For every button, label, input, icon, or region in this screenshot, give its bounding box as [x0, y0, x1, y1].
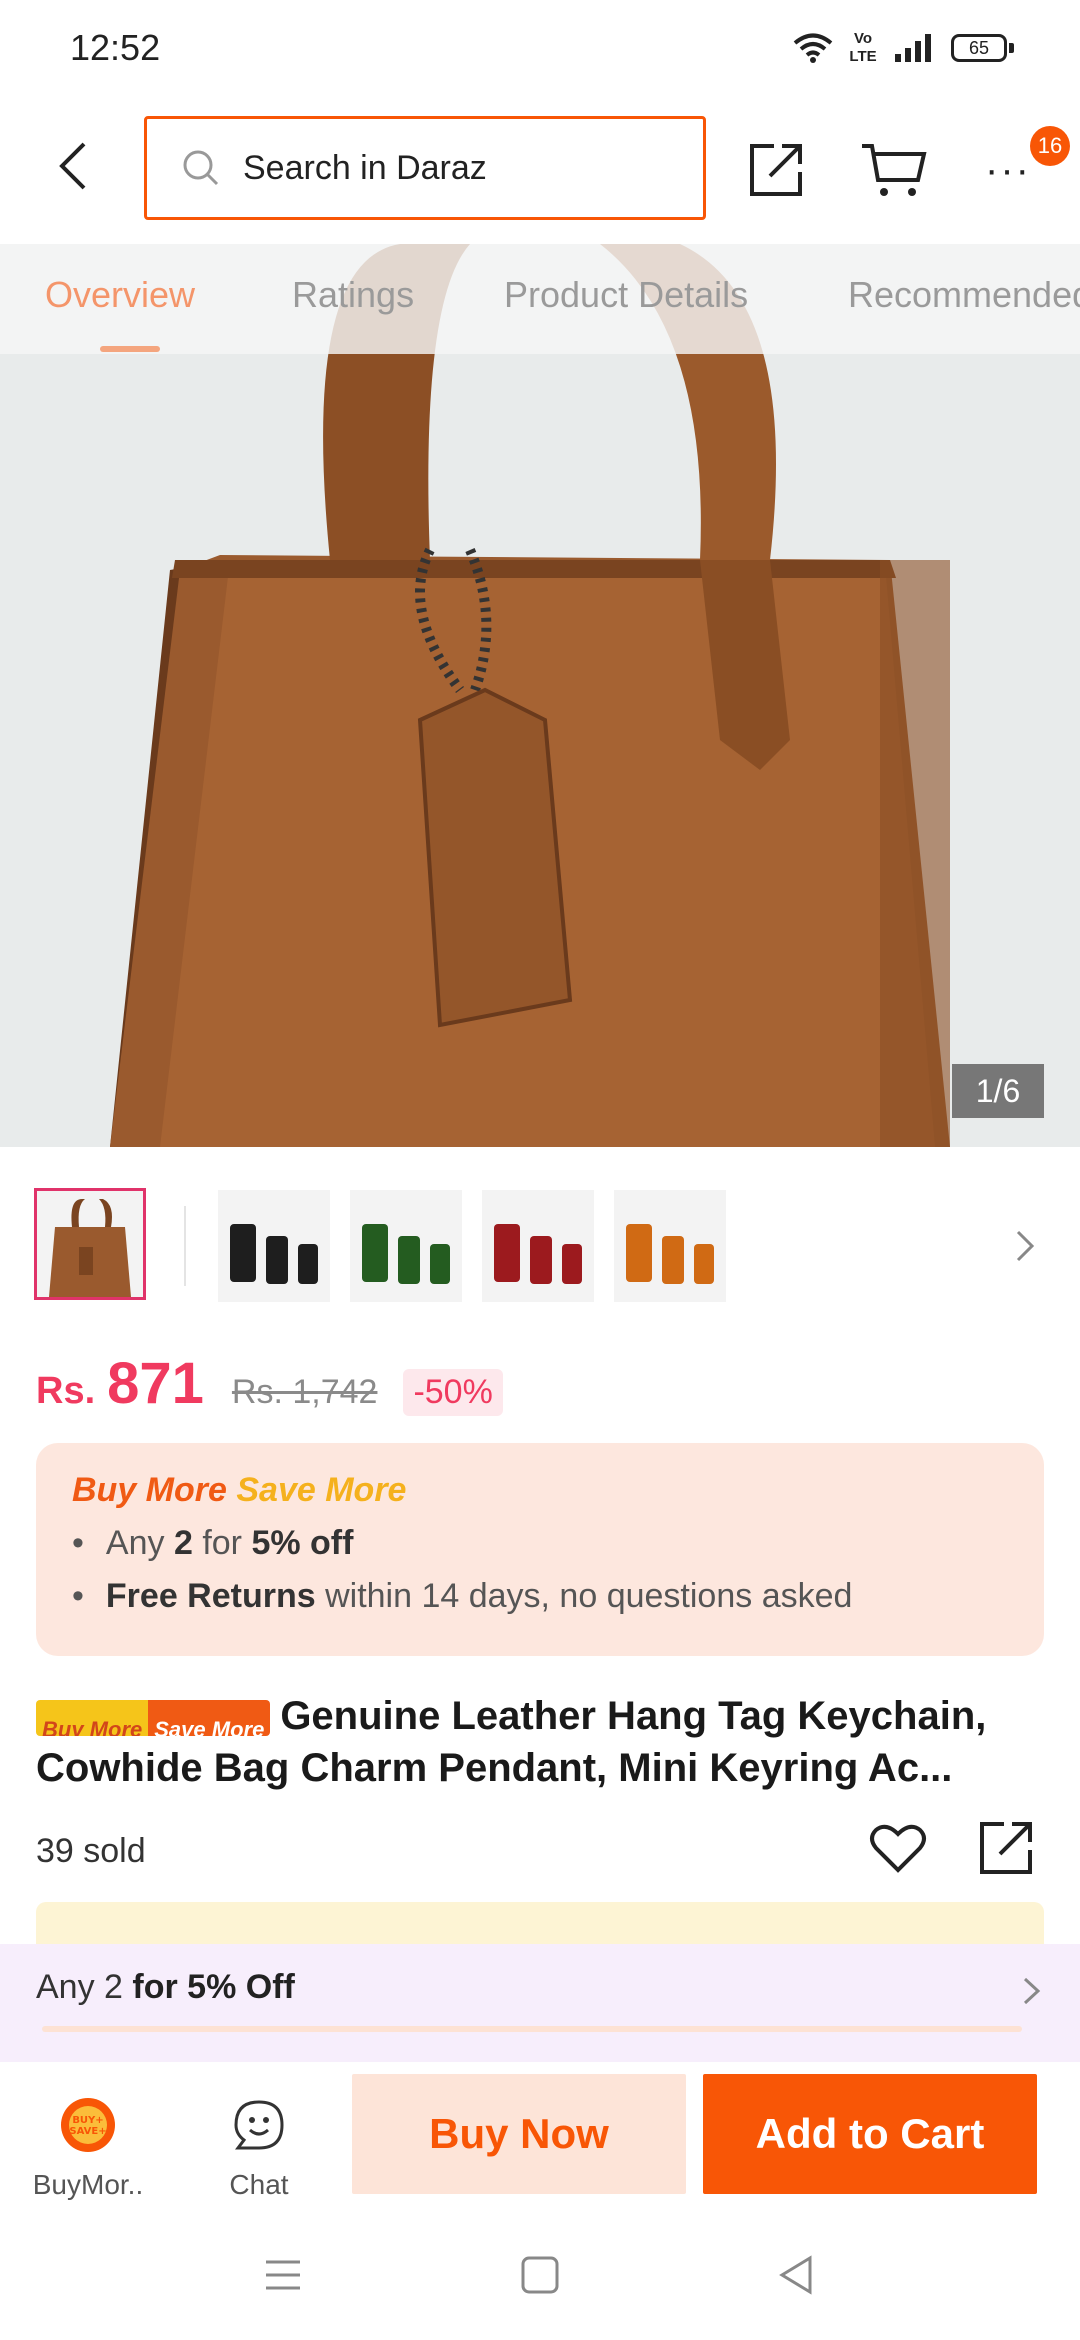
chevron-right-icon: [1023, 1977, 1041, 2005]
active-tab-indicator: [100, 346, 160, 352]
buy-now-button[interactable]: Buy Now: [352, 2074, 686, 2194]
image-counter: 1/6: [952, 1064, 1044, 1118]
promo-title-buy-more: Buy More: [72, 1471, 227, 1509]
chevron-right-icon[interactable]: [1014, 1228, 1038, 1264]
promo-title: Buy More Save More: [72, 1471, 1008, 1510]
cart-icon[interactable]: [858, 140, 928, 200]
search-icon: [183, 150, 219, 186]
thumbnail-strip: [0, 1188, 1080, 1310]
battery-level: 65: [951, 34, 1007, 62]
product-image[interactable]: [0, 244, 1080, 1147]
section-tabs: Overview Ratings Product Details Recomme…: [0, 244, 1080, 354]
tab-recommended[interactable]: Recommended: [848, 274, 1080, 316]
share-product-icon[interactable]: [976, 1818, 1036, 1878]
tab-ratings[interactable]: Ratings: [292, 274, 414, 316]
thumbnail-orange-tags[interactable]: [614, 1190, 726, 1302]
offer-bar[interactable]: Any 2 for 5% Off: [0, 1944, 1080, 2062]
choice-banner[interactable]: [36, 1902, 1044, 1944]
product-title: Buy More Save More Genuine Leather Hang T…: [36, 1690, 1046, 1794]
wifi-icon: [793, 33, 833, 63]
add-to-cart-button[interactable]: Add to Cart: [703, 2074, 1037, 2194]
system-navigation: [0, 2206, 1080, 2340]
svg-text:SAVE+: SAVE+: [69, 2126, 106, 2137]
chat-icon: [234, 2100, 284, 2150]
thumbnail-brown-bag[interactable]: [34, 1188, 146, 1300]
thumbnail-red-tags[interactable]: [482, 1190, 594, 1302]
price-current: 871: [107, 1351, 204, 1416]
promo-title-save-more: Save More: [236, 1471, 407, 1509]
buymore-button[interactable]: BUY+ SAVE+ BuyMor..: [28, 2096, 148, 2201]
search-input[interactable]: Search in Daraz: [144, 116, 706, 220]
promo-line-discount: • Any 2 for 5% off: [72, 1524, 354, 1562]
buy-more-save-icon: BUY+ SAVE+: [61, 2098, 115, 2152]
chat-button[interactable]: Chat: [199, 2096, 319, 2201]
buymore-label: BuyMor..: [32, 2169, 144, 2200]
header: Search in Daraz ··· 16: [0, 96, 1080, 244]
share-icon[interactable]: [746, 140, 806, 200]
status-icons: Vo LTE 65: [793, 30, 1014, 66]
heart-icon[interactable]: [868, 1818, 928, 1878]
volte-indicator: Vo LTE: [849, 30, 877, 65]
menu-icon[interactable]: [258, 2250, 308, 2300]
chevron-left-icon: [59, 142, 86, 190]
signal-icon: [895, 34, 931, 62]
cart-badge: 16: [1030, 126, 1070, 166]
more-options-icon[interactable]: ···: [978, 140, 1038, 200]
thumbnail-divider: [184, 1206, 186, 1286]
sold-count: 39 sold: [36, 1832, 146, 1870]
back-button[interactable]: [48, 136, 98, 196]
status-bar: 12:52 Vo LTE 65: [0, 0, 1080, 96]
svg-text:BUY+: BUY+: [72, 2115, 103, 2126]
promo-line-returns: • Free Returns within 14 days, no questi…: [72, 1577, 853, 1615]
offer-text: Any 2 for 5% Off: [36, 1968, 295, 2006]
promo-box[interactable]: Buy More Save More • Any 2 for 5% off • …: [36, 1443, 1044, 1656]
price-original: Rs. 1,742: [231, 1373, 378, 1411]
status-time: 12:52: [70, 27, 161, 68]
home-icon[interactable]: [515, 2250, 565, 2300]
back-nav-icon[interactable]: [772, 2250, 822, 2300]
tab-overview[interactable]: Overview: [45, 274, 195, 316]
search-placeholder: Search in Daraz: [243, 148, 487, 187]
tab-product-details[interactable]: Product Details: [504, 274, 748, 316]
buy-more-save-more-tag: Buy More Save More: [36, 1700, 271, 1737]
price-currency: Rs.: [36, 1370, 96, 1412]
price-row: Rs. 871 Rs. 1,742 -50%: [36, 1350, 503, 1420]
thumbnail-green-tags[interactable]: [350, 1190, 462, 1302]
discount-badge: -50%: [403, 1369, 503, 1416]
thumbnail-black-tags[interactable]: [218, 1190, 330, 1302]
action-bar: BUY+ SAVE+ BuyMor.. Chat Buy Now Add to …: [0, 2062, 1080, 2206]
battery-icon: 65: [951, 34, 1014, 62]
chat-label: Chat: [229, 2169, 289, 2200]
offer-progress-bar: [42, 2026, 1022, 2032]
